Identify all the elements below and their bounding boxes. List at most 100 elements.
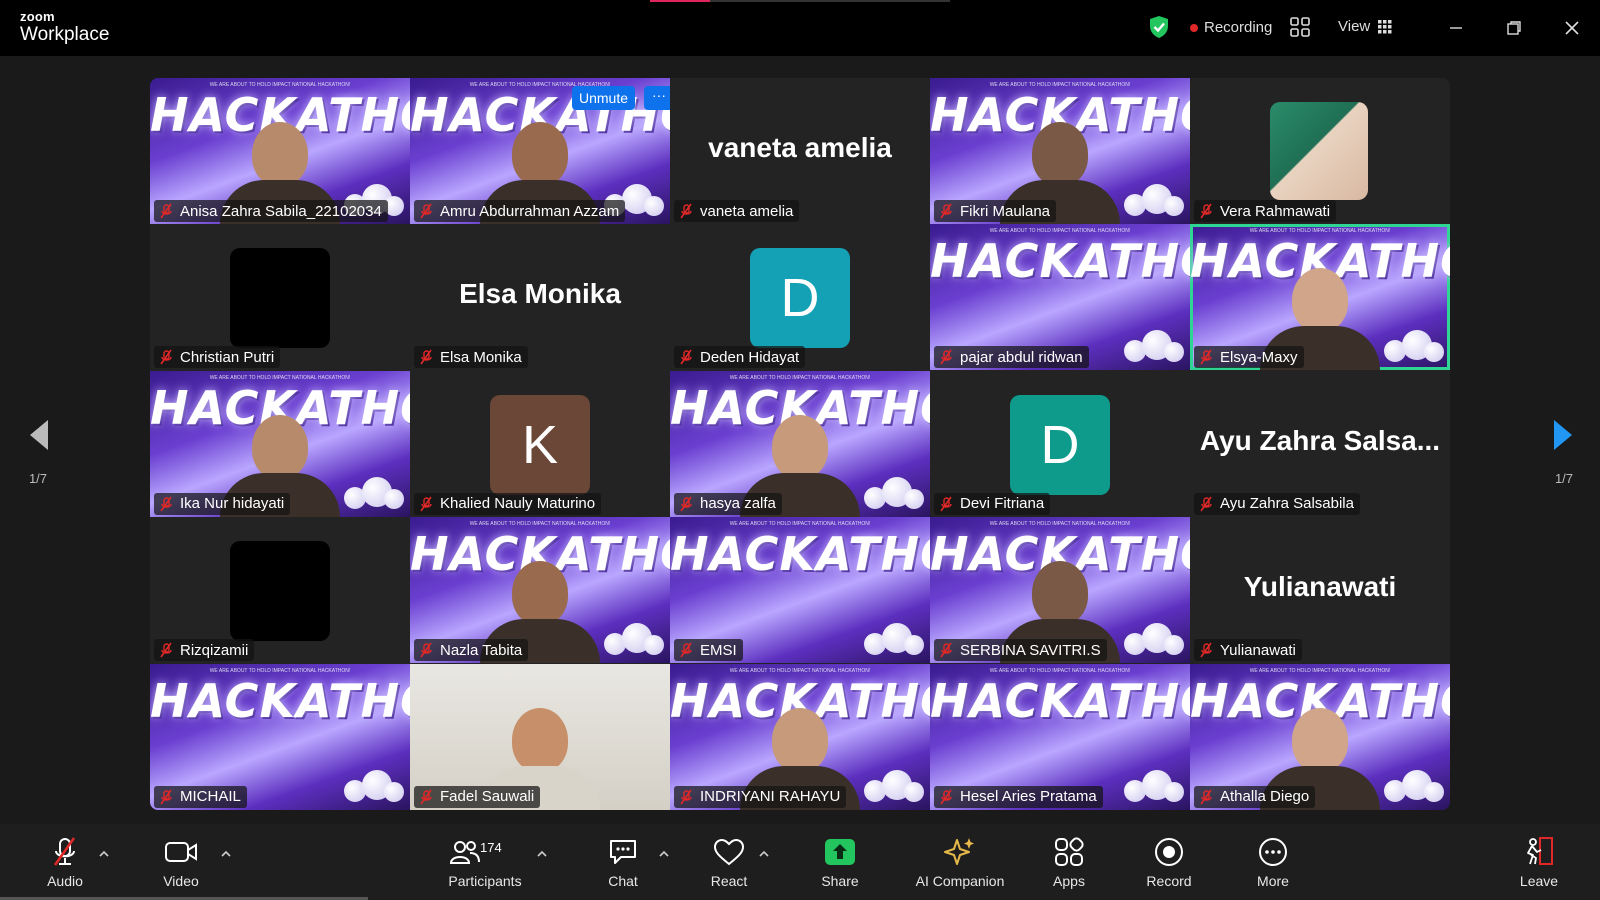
react-button[interactable]: React bbox=[684, 836, 774, 889]
participant-name: MICHAIL bbox=[180, 788, 241, 806]
layout-grid-icon[interactable] bbox=[1290, 17, 1310, 37]
participant-tile[interactable]: Ayu Zahra Salsa... Ayu Zahra Salsabila bbox=[1190, 370, 1450, 517]
mic-muted-icon bbox=[1200, 349, 1212, 365]
chat-options-chevron-icon[interactable] bbox=[658, 848, 670, 860]
participant-video-feed bbox=[1270, 102, 1368, 200]
participant-tile[interactable]: WE ARE ABOUT TO HOLD IMPACT NATIONAL HAC… bbox=[670, 517, 930, 664]
participant-tile[interactable]: K Khalied Nauly Maturino bbox=[410, 370, 670, 517]
participant-name-label: Fikri Maulana bbox=[934, 200, 1057, 222]
participant-avatar-blank bbox=[230, 248, 330, 349]
participant-tile[interactable]: Elsa Monika Elsa Monika bbox=[410, 224, 670, 371]
audio-button[interactable]: Audio bbox=[20, 836, 110, 889]
audio-options-chevron-icon[interactable] bbox=[98, 848, 110, 860]
mic-muted-icon bbox=[680, 349, 692, 365]
participant-avatar: D bbox=[750, 248, 850, 349]
participant-tile[interactable]: WE ARE ABOUT TO HOLD IMPACT NATIONAL HAC… bbox=[150, 370, 410, 517]
audio-label: Audio bbox=[47, 873, 83, 889]
participant-tile[interactable]: WE ARE ABOUT TO HOLD IMPACT NATIONAL HAC… bbox=[1190, 224, 1450, 371]
prev-page[interactable]: 1/7 bbox=[8, 418, 68, 486]
react-label: React bbox=[710, 873, 748, 889]
chat-label: Chat bbox=[608, 873, 638, 889]
participant-tile[interactable]: Rizqizamii bbox=[150, 517, 410, 664]
participant-name-label: Hesel Aries Pratama bbox=[934, 785, 1103, 808]
ai-companion-button[interactable]: AI Companion bbox=[900, 836, 1020, 889]
mic-muted-icon bbox=[940, 349, 952, 365]
mic-muted-icon bbox=[420, 642, 432, 658]
banner-bubbles bbox=[604, 623, 664, 657]
leave-door-icon bbox=[1527, 837, 1553, 865]
participant-tile[interactable]: WE ARE ABOUT TO HOLD IMPACT NATIONAL HAC… bbox=[930, 224, 1190, 371]
record-button[interactable]: Record bbox=[1124, 836, 1214, 889]
participant-name-label: INDRIYANI RAHAYU bbox=[674, 785, 847, 808]
mic-muted-icon bbox=[420, 203, 432, 219]
recording-dot bbox=[1190, 23, 1198, 32]
participant-tile[interactable]: WE ARE ABOUT TO HOLD IMPACT NATIONAL HAC… bbox=[410, 517, 670, 664]
participant-tile[interactable]: Vera Rahmawati bbox=[1190, 78, 1450, 224]
participant-name: Fikri Maulana bbox=[960, 202, 1051, 220]
share-button[interactable]: Share bbox=[795, 836, 885, 889]
hackathon-banner-text: HACKATHON bbox=[930, 673, 1190, 728]
chat-button[interactable]: Chat bbox=[578, 836, 668, 889]
participant-name-card: Ayu Zahra Salsa... bbox=[1199, 424, 1441, 456]
participant-tile[interactable]: WE ARE ABOUT TO HOLD IMPACT NATIONAL HAC… bbox=[670, 370, 930, 517]
participant-name-label: Anisa Zahra Sabila_22102034 bbox=[154, 200, 388, 222]
chat-bubble-icon bbox=[610, 840, 636, 864]
mic-muted-icon bbox=[1200, 496, 1212, 512]
video-camera-icon bbox=[165, 842, 197, 862]
react-options-chevron-icon[interactable] bbox=[758, 848, 770, 860]
tile-more-options-button[interactable]: ··· bbox=[644, 86, 670, 110]
recording-indicator[interactable]: Recording bbox=[1190, 19, 1272, 36]
apps-label: Apps bbox=[1053, 873, 1085, 889]
shield-check-icon[interactable] bbox=[1148, 15, 1170, 39]
participant-tile[interactable]: WE ARE ABOUT TO HOLD IMPACT NATIONAL HAC… bbox=[1190, 663, 1450, 810]
page-indicator-right: 1/7 bbox=[1554, 471, 1574, 486]
participant-tile[interactable]: WE ARE ABOUT TO HOLD IMPACT NATIONAL HAC… bbox=[930, 663, 1190, 810]
participant-name-label: Fadel Sauwali bbox=[414, 785, 541, 808]
participant-name: Ika Nur hidayati bbox=[180, 495, 285, 513]
participant-tile[interactable]: WE ARE ABOUT TO HOLD IMPACT NATIONAL HAC… bbox=[670, 663, 930, 810]
minimize-button[interactable] bbox=[1442, 14, 1470, 42]
participant-tile[interactable]: WE ARE ABOUT TO HOLD IMPACT NATIONAL HAC… bbox=[410, 78, 670, 224]
participant-tile[interactable]: WE ARE ABOUT TO HOLD IMPACT NATIONAL HAC… bbox=[150, 663, 410, 810]
participant-tile[interactable]: Fadel Sauwali bbox=[410, 663, 670, 810]
participant-name-label: Elsya-Maxy bbox=[1194, 346, 1304, 369]
participant-tile[interactable]: WE ARE ABOUT TO HOLD IMPACT NATIONAL HAC… bbox=[930, 517, 1190, 664]
video-button[interactable]: Video bbox=[136, 836, 226, 889]
mic-muted-icon bbox=[160, 496, 172, 512]
banner-bubbles bbox=[864, 769, 924, 804]
recording-label: Recording bbox=[1204, 19, 1273, 36]
more-button[interactable]: More bbox=[1228, 836, 1318, 889]
view-button[interactable]: View bbox=[1338, 18, 1392, 35]
video-options-chevron-icon[interactable] bbox=[220, 848, 232, 860]
participant-name-label: pajar abdul ridwan bbox=[934, 346, 1089, 369]
participant-name-label: Khalied Nauly Maturino bbox=[414, 492, 602, 515]
participant-tile[interactable]: D Deden Hidayat bbox=[670, 224, 930, 371]
mic-muted-icon bbox=[680, 642, 692, 658]
unmute-button[interactable]: Unmute bbox=[572, 86, 636, 110]
banner-bubbles bbox=[1384, 330, 1444, 364]
participant-tile[interactable]: Yulianawati Yulianawati bbox=[1190, 517, 1450, 664]
participant-tile[interactable]: WE ARE ABOUT TO HOLD IMPACT NATIONAL HAC… bbox=[150, 78, 410, 224]
participant-name-label: MICHAIL bbox=[154, 785, 247, 808]
participant-avatar: D bbox=[1010, 394, 1110, 495]
participant-tile[interactable]: WE ARE ABOUT TO HOLD IMPACT NATIONAL HAC… bbox=[930, 78, 1190, 224]
mic-muted-icon bbox=[1200, 789, 1212, 805]
participants-options-chevron-icon[interactable] bbox=[536, 848, 548, 860]
close-button[interactable] bbox=[1558, 14, 1586, 42]
participant-name-card: Elsa Monika bbox=[459, 278, 621, 310]
restore-button[interactable] bbox=[1500, 14, 1528, 42]
apps-button[interactable]: Apps bbox=[1024, 836, 1114, 889]
participant-tile[interactable]: Christian Putri bbox=[150, 224, 410, 371]
participant-tile[interactable]: vaneta amelia vaneta amelia bbox=[670, 78, 930, 224]
participant-name: pajar abdul ridwan bbox=[960, 348, 1083, 366]
participant-name: Khalied Nauly Maturino bbox=[440, 495, 596, 513]
leave-button[interactable]: Leave bbox=[1494, 836, 1584, 889]
next-page[interactable]: 1/7 bbox=[1534, 418, 1594, 486]
participant-name: Athalla Diego bbox=[1220, 788, 1310, 806]
mic-muted-icon bbox=[940, 203, 952, 219]
record-icon bbox=[1155, 838, 1183, 866]
participant-tile[interactable]: D Devi Fitriana bbox=[930, 370, 1190, 517]
participant-name: Hesel Aries Pratama bbox=[960, 788, 1097, 806]
participant-name: Vera Rahmawati bbox=[1220, 202, 1331, 220]
participants-button[interactable]: 174 Participants bbox=[440, 836, 530, 889]
